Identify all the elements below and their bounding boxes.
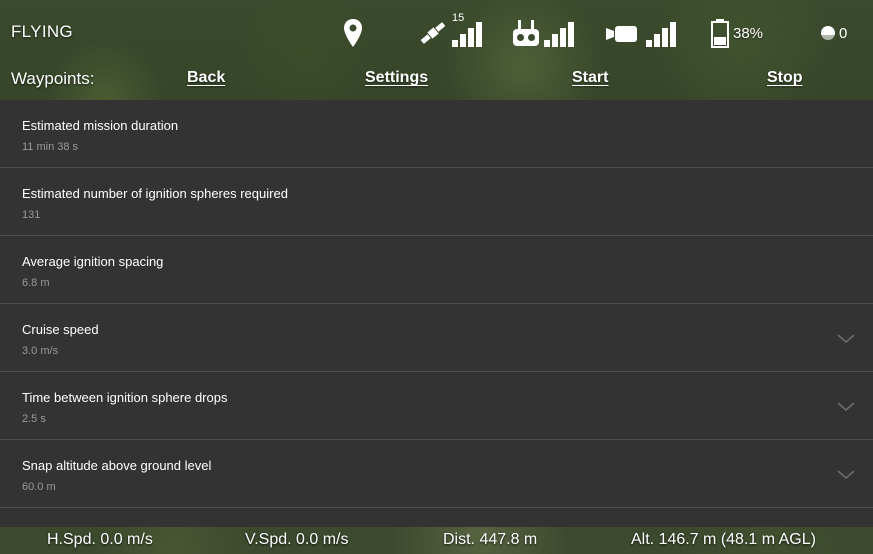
start-button[interactable]: Start [572,69,608,87]
battery-percent: 38% [733,24,764,42]
gps-signal-bars-icon [450,16,488,50]
distance-readout: Dist. 447.8 m [443,531,538,548]
stop-button[interactable]: Stop [767,69,803,87]
remote-controller-icon[interactable] [512,16,540,50]
setting-row-partial[interactable] [0,508,873,527]
setting-row-mission-duration: Estimated mission duration 11 min 38 s [0,100,873,168]
waypoints-label: Waypoints: [11,69,95,88]
top-bar: FLYING 15 38% 0 Waypoints: Back Settings… [0,0,873,100]
rc-signal-bars-icon [542,16,578,50]
flight-mode-label: FLYING [11,22,73,41]
setting-value: 60.0 m [22,481,56,493]
chevron-down-icon[interactable] [836,400,856,418]
video-camera-icon[interactable] [604,16,644,50]
back-button[interactable]: Back [187,69,225,87]
setting-row-cruise-speed[interactable]: Cruise speed 3.0 m/s [0,304,873,372]
satellite-icon[interactable] [418,16,448,50]
mission-settings-panel[interactable]: Estimated mission duration 11 min 38 s E… [0,100,873,527]
setting-value: 6.8 m [22,277,50,289]
location-pin-icon[interactable] [343,16,363,50]
battery-status[interactable]: 38% [710,16,763,50]
video-signal-bars-icon [644,16,684,50]
settings-button[interactable]: Settings [365,69,428,87]
setting-label: Average ignition spacing [22,254,164,269]
waypoints-bar: Waypoints: Back Settings Start Stop [0,62,873,96]
chevron-down-icon[interactable] [836,468,856,486]
status-row: FLYING 15 38% 0 [0,10,873,54]
chevron-down-icon[interactable] [836,332,856,350]
setting-label: Cruise speed [22,322,99,337]
vertical-speed: V.Spd. 0.0 m/s [245,531,349,548]
setting-value: 2.5 s [22,413,46,425]
setting-row-ignition-spacing: Average ignition spacing 6.8 m [0,236,873,304]
setting-label: Time between ignition sphere drops [22,390,228,405]
setting-row-snap-altitude[interactable]: Snap altitude above ground level 60.0 m [0,440,873,508]
battery-icon [710,18,730,48]
sphere-count: 0 [839,24,848,42]
setting-value: 11 min 38 s [22,141,79,153]
setting-value: 3.0 m/s [22,345,59,357]
setting-row-drop-interval[interactable]: Time between ignition sphere drops 2.5 s [0,372,873,440]
spheres-icon [820,18,836,48]
setting-label: Snap altitude above ground level [22,458,212,473]
setting-label: Estimated number of ignition spheres req… [22,186,288,201]
horizontal-speed: H.Spd. 0.0 m/s [47,531,153,548]
setting-label: Estimated mission duration [22,118,179,133]
sphere-status[interactable]: 0 [820,16,847,50]
setting-value: 131 [22,209,41,221]
setting-row-ignition-spheres: Estimated number of ignition spheres req… [0,168,873,236]
telemetry-bar: H.Spd. 0.0 m/s V.Spd. 0.0 m/s Dist. 447.… [0,527,873,554]
altitude-readout: Alt. 146.7 m (48.1 m AGL) [631,531,816,548]
